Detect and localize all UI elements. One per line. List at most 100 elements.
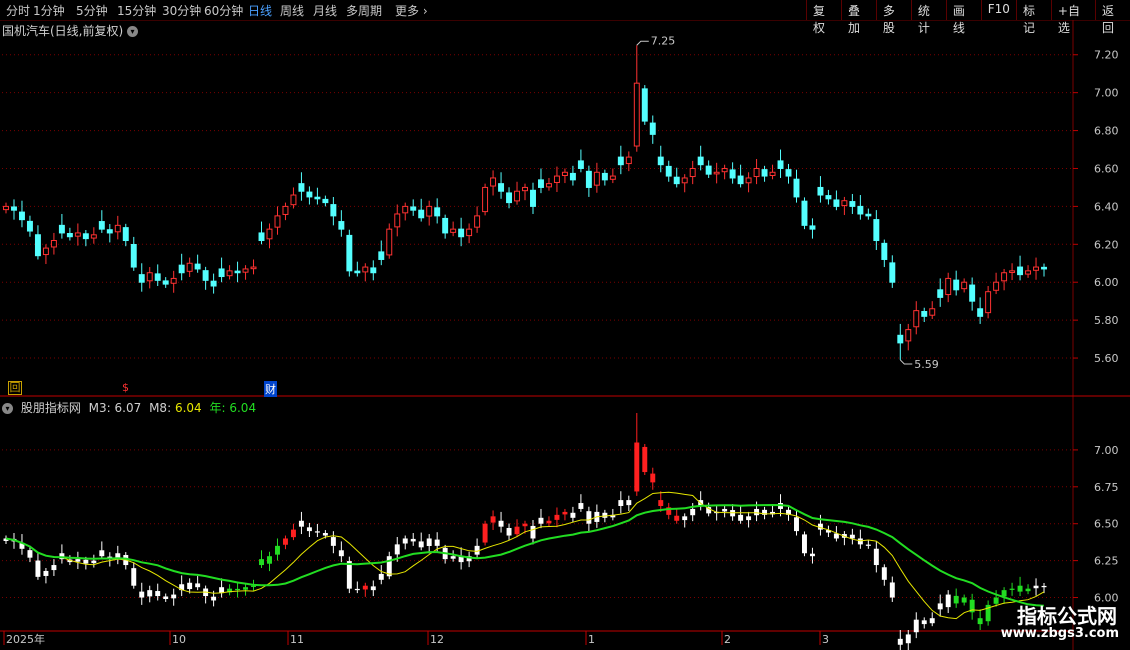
indicator-bar	[410, 538, 416, 542]
candle-body	[969, 284, 976, 302]
candle-body	[258, 232, 265, 242]
candle-body	[865, 213, 872, 217]
candle-body	[218, 268, 225, 278]
candle-body	[953, 279, 960, 291]
candle-body	[593, 171, 600, 186]
candle-body	[577, 160, 584, 169]
candle-body	[825, 195, 832, 200]
indicator-bar	[43, 570, 49, 576]
indicator-bar	[354, 588, 360, 591]
candle-body	[961, 281, 968, 290]
candle-body	[665, 165, 672, 177]
price-tick-label: 5.60	[1094, 352, 1119, 365]
candle-body	[617, 156, 624, 166]
candle-body	[178, 264, 185, 274]
dividend-marker[interactable]: $	[122, 381, 129, 394]
indicator-bar	[738, 514, 744, 521]
candle-body	[274, 215, 281, 228]
candle-body	[506, 192, 513, 204]
indicator-bar	[83, 559, 89, 564]
candle-body	[849, 201, 856, 207]
indicator-tick-label: 6.25	[1094, 555, 1119, 568]
candle-body	[290, 194, 297, 206]
indicator-bar	[945, 594, 951, 608]
indicator-bar	[921, 620, 927, 625]
indicator-bar	[865, 544, 871, 546]
indicator-bar	[690, 508, 696, 516]
candle-body	[90, 234, 97, 239]
kline-chart[interactable]: 7.20 7.00 6.80 6.60 6.40 6.20 6.00 5.80 5.60 7.00…	[0, 0, 1130, 650]
candle-body	[993, 281, 1000, 291]
candle-body	[945, 277, 952, 296]
indicator-bar	[155, 591, 161, 597]
indicator-bar	[426, 538, 432, 547]
candle-body	[985, 291, 992, 314]
indicator-bar	[506, 527, 512, 536]
indicator-bar	[450, 556, 456, 559]
candle-body	[1025, 270, 1032, 275]
indicator-tick-label: 7.00	[1094, 444, 1119, 457]
indicator-bar	[794, 517, 799, 532]
candle-body	[338, 221, 345, 230]
candle-body	[929, 308, 936, 316]
candle-body	[817, 186, 824, 196]
indicator-bar	[754, 508, 760, 516]
indicator-bar	[235, 588, 241, 591]
indicator-bar	[961, 597, 967, 603]
candle-body	[649, 122, 656, 135]
indicator-bar	[99, 550, 105, 557]
candle-body	[498, 183, 505, 192]
chevron-down-icon[interactable]: ▾	[2, 403, 13, 414]
candle-body	[434, 207, 441, 217]
candle-body	[977, 308, 984, 317]
indicator-bar	[881, 567, 887, 580]
indicator-bar	[546, 520, 552, 524]
high-marker-line	[636, 40, 649, 46]
candle-body	[42, 247, 49, 256]
indicator-bar	[873, 548, 879, 566]
indicator-bar	[897, 638, 903, 645]
review-marker[interactable]: 回	[8, 381, 22, 395]
indicator-bar	[211, 596, 217, 601]
finance-marker[interactable]: 财	[264, 381, 277, 397]
candle-body	[753, 167, 760, 178]
indicator-bar	[482, 523, 488, 543]
candle-body	[314, 196, 321, 200]
indicator-bar	[498, 520, 504, 527]
candle-body	[601, 172, 608, 181]
candle-body	[298, 183, 305, 192]
m8-line	[5, 491, 1045, 620]
candle-body	[362, 266, 369, 273]
candle-body	[889, 262, 896, 283]
candle-body	[697, 156, 704, 166]
indicator-bar	[586, 511, 592, 524]
price-tick-label: 7.20	[1094, 49, 1119, 62]
indicator-bar	[282, 538, 288, 545]
candle-body	[673, 176, 680, 185]
watermark-url: www.zbgs3.com	[1000, 626, 1119, 641]
indicator-bar	[330, 537, 336, 546]
indicator-bar	[857, 538, 863, 545]
candle-body	[170, 277, 177, 284]
indicator-bar	[929, 618, 935, 624]
candle-body	[410, 206, 417, 211]
indicator-bar	[378, 573, 384, 580]
candle-body	[426, 205, 433, 217]
indicator-bar	[35, 560, 41, 577]
high-price-label: 7.25	[651, 34, 676, 47]
indicator-bar	[1025, 588, 1031, 592]
indicator-bar	[290, 529, 296, 538]
candle-body	[625, 156, 632, 165]
candle-body	[114, 224, 121, 233]
candle-body	[442, 217, 449, 234]
indicator-bar	[642, 446, 648, 473]
candle-body	[538, 179, 544, 188]
candle-body	[194, 263, 201, 270]
candle-body	[146, 272, 153, 282]
indicator-bar	[626, 500, 632, 506]
indicator-bar	[402, 538, 408, 544]
candle-body	[785, 169, 792, 177]
candle-body	[514, 190, 520, 202]
indicator-bar	[618, 500, 624, 506]
indicator-bar	[849, 534, 855, 539]
